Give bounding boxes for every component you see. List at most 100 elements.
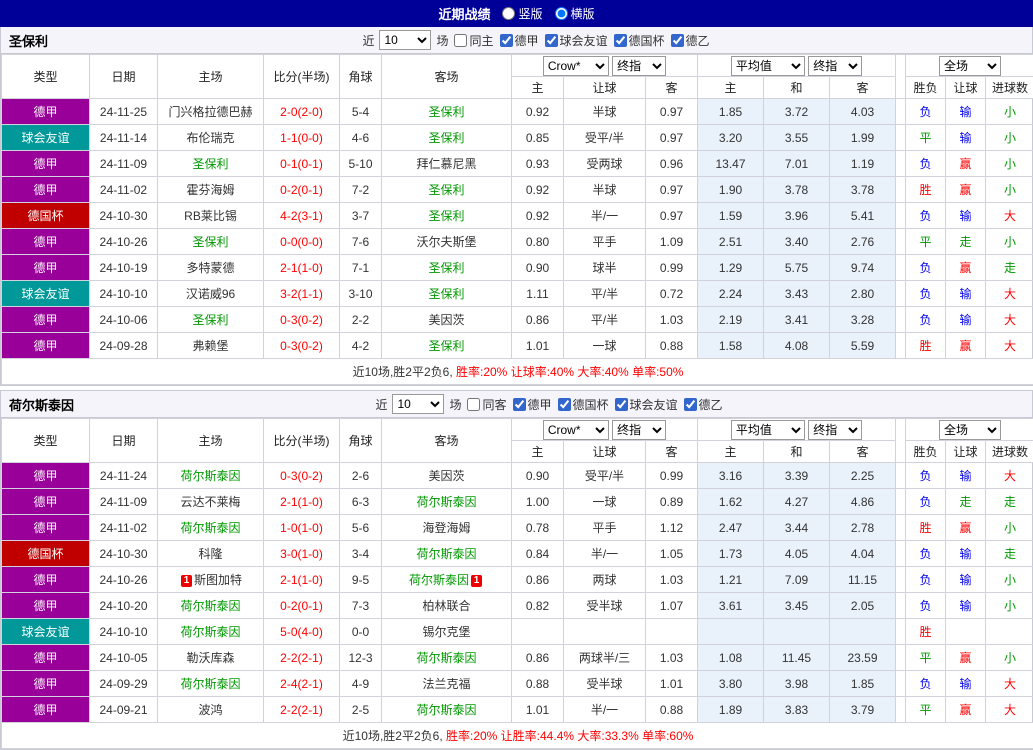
summary-text: 大率:40% bbox=[577, 365, 632, 379]
league-badge: 德甲 bbox=[2, 255, 90, 281]
separator bbox=[896, 593, 906, 619]
avg-stage-select[interactable]: 终指 bbox=[808, 420, 862, 440]
league-badge: 球会友谊 bbox=[2, 281, 90, 307]
col-corner: 角球 bbox=[340, 55, 382, 99]
horizontal-layout-label: 横版 bbox=[571, 5, 595, 22]
odds-home: 1.11 bbox=[512, 281, 564, 307]
scope-select[interactable]: 全场 bbox=[939, 56, 1001, 76]
team-link: 布伦瑞克 bbox=[186, 131, 234, 145]
result-handicap: 输 bbox=[946, 125, 986, 151]
team-link: 斯图加特 bbox=[194, 573, 242, 587]
league-checkbox-friendly[interactable]: 球会友谊 bbox=[614, 396, 678, 413]
same-venue-checkbox[interactable]: 同客 bbox=[466, 396, 506, 413]
match-date: 24-10-19 bbox=[90, 255, 158, 281]
league-checkbox-pokal[interactable]: 德国杯 bbox=[613, 32, 665, 49]
horizontal-layout-radio[interactable] bbox=[555, 7, 568, 20]
separator bbox=[896, 541, 906, 567]
league-checkbox-bundesliga2[interactable]: 德乙 bbox=[683, 396, 723, 413]
odds-home: 0.85 bbox=[512, 125, 564, 151]
result-goals: 小 bbox=[986, 593, 1033, 619]
match-row: 德甲24-09-29荷尔斯泰因2-4(2-1)4-9法兰克福0.88受半球1.0… bbox=[2, 671, 1033, 697]
odds-handicap: 半/一 bbox=[564, 541, 646, 567]
away-team: 圣保利 bbox=[382, 125, 512, 151]
league-input[interactable] bbox=[671, 34, 684, 47]
avg-away: 2.05 bbox=[830, 593, 896, 619]
league-input[interactable] bbox=[615, 398, 628, 411]
match-count-select[interactable]: 10 bbox=[392, 394, 444, 414]
team-link: 荷尔斯泰因 bbox=[180, 521, 240, 535]
league-input[interactable] bbox=[500, 34, 513, 47]
same-venue-input[interactable] bbox=[467, 398, 480, 411]
match-score: 0-2(0-1) bbox=[264, 177, 340, 203]
summary-text: 近10场,胜2平2负6, bbox=[343, 729, 446, 743]
odds-away: 1.07 bbox=[646, 593, 698, 619]
avg-select[interactable]: 平均值 bbox=[731, 420, 805, 440]
avg-home: 13.47 bbox=[698, 151, 764, 177]
odds-away: 0.97 bbox=[646, 125, 698, 151]
away-team: 圣保利 bbox=[382, 177, 512, 203]
league-input[interactable] bbox=[545, 34, 558, 47]
col-away: 客场 bbox=[382, 419, 512, 463]
odds-away: 1.01 bbox=[646, 671, 698, 697]
odds-stage-select[interactable]: 终指 bbox=[612, 420, 666, 440]
league-checkbox-friendly[interactable]: 球会友谊 bbox=[544, 32, 608, 49]
layout-option-horizontal[interactable]: 横版 bbox=[555, 5, 595, 22]
subcol-avg-draw: 和 bbox=[764, 441, 830, 463]
subcol-odds-away: 客 bbox=[646, 441, 698, 463]
league-checkbox-pokal[interactable]: 德国杯 bbox=[557, 396, 609, 413]
result-handicap: 走 bbox=[946, 229, 986, 255]
layout-option-vertical[interactable]: 竖版 bbox=[502, 5, 542, 22]
matches-tbody: 德甲24-11-25门兴格拉德巴赫2-0(2-0)5-4圣保利0.92半球0.9… bbox=[2, 99, 1033, 359]
team-link: 弗赖堡 bbox=[192, 339, 228, 353]
result-handicap: 赢 bbox=[946, 255, 986, 281]
same-venue-input[interactable] bbox=[454, 34, 467, 47]
match-row: 德甲24-09-28弗赖堡0-3(0-2)4-2圣保利1.01一球0.881.5… bbox=[2, 333, 1033, 359]
league-badge: 德甲 bbox=[2, 515, 90, 541]
odds-handicap: 受平/半 bbox=[564, 125, 646, 151]
same-venue-checkbox[interactable]: 同主 bbox=[453, 32, 493, 49]
avg-select[interactable]: 平均值 bbox=[731, 56, 805, 76]
league-input[interactable] bbox=[614, 34, 627, 47]
match-score: 4-2(3-1) bbox=[264, 203, 340, 229]
avg-away: 4.03 bbox=[830, 99, 896, 125]
odds-home: 0.86 bbox=[512, 567, 564, 593]
scope-select[interactable]: 全场 bbox=[939, 420, 1001, 440]
league-checkbox-bundesliga2[interactable]: 德乙 bbox=[670, 32, 710, 49]
home-team: 圣保利 bbox=[158, 229, 264, 255]
home-team: 汉诺威96 bbox=[158, 281, 264, 307]
league-badge: 德甲 bbox=[2, 333, 90, 359]
avg-away: 11.15 bbox=[830, 567, 896, 593]
bookmaker-select[interactable]: Crow* bbox=[543, 56, 609, 76]
col-home: 主场 bbox=[158, 55, 264, 99]
odds-stage-select[interactable]: 终指 bbox=[612, 56, 666, 76]
corner-score: 4-2 bbox=[340, 333, 382, 359]
team-link: 荷尔斯泰因 bbox=[180, 625, 240, 639]
league-input[interactable] bbox=[684, 398, 697, 411]
team-link: 美因茨 bbox=[428, 313, 464, 327]
avg-stage-select[interactable]: 终指 bbox=[808, 56, 862, 76]
match-count-select[interactable]: 10 bbox=[379, 30, 431, 50]
odds-handicap: 受平/半 bbox=[564, 463, 646, 489]
avg-away: 5.41 bbox=[830, 203, 896, 229]
bookmaker-select[interactable]: Crow* bbox=[543, 420, 609, 440]
separator bbox=[896, 463, 906, 489]
league-input[interactable] bbox=[513, 398, 526, 411]
avg-home: 1.08 bbox=[698, 645, 764, 671]
team-link: 圣保利 bbox=[192, 235, 228, 249]
separator bbox=[896, 177, 906, 203]
home-team: 1斯图加特 bbox=[158, 567, 264, 593]
league-input[interactable] bbox=[558, 398, 571, 411]
separator bbox=[896, 125, 906, 151]
odds-away: 1.03 bbox=[646, 567, 698, 593]
team-link: 圣保利 bbox=[192, 313, 228, 327]
odds-home: 0.84 bbox=[512, 541, 564, 567]
result-handicap: 输 bbox=[946, 567, 986, 593]
avg-away: 1.85 bbox=[830, 671, 896, 697]
avg-home: 1.85 bbox=[698, 99, 764, 125]
team-link: 荷尔斯泰因 bbox=[416, 495, 476, 509]
league-checkbox-bundesliga[interactable]: 德甲 bbox=[512, 396, 552, 413]
avg-home: 3.20 bbox=[698, 125, 764, 151]
separator bbox=[896, 671, 906, 697]
vertical-layout-radio[interactable] bbox=[502, 7, 515, 20]
league-checkbox-bundesliga[interactable]: 德甲 bbox=[499, 32, 539, 49]
